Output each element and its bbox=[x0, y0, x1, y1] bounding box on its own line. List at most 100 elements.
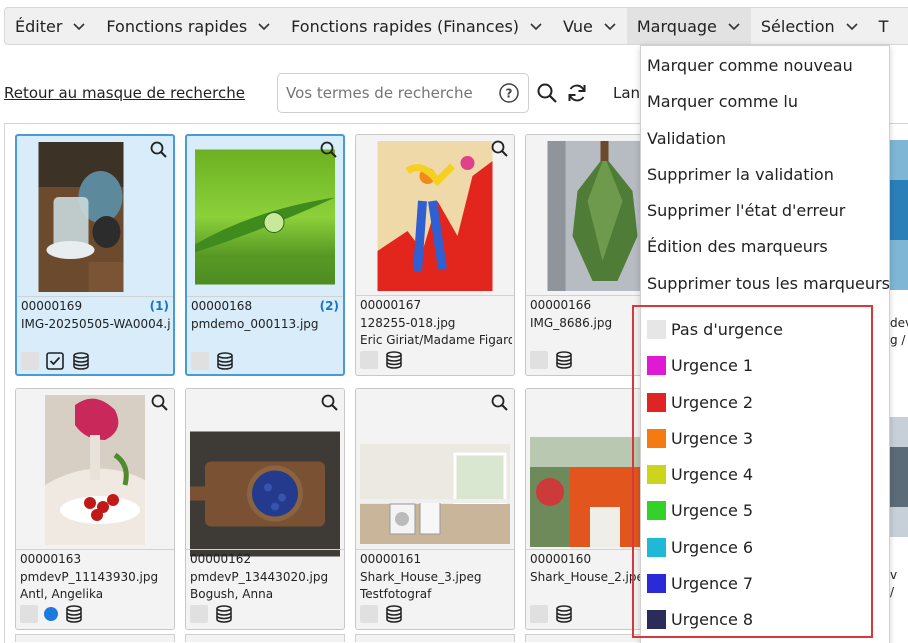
menu-marquage[interactable]: Marquage bbox=[626, 8, 751, 44]
menu-selection[interactable]: Sélection bbox=[751, 8, 869, 44]
database-icon bbox=[556, 605, 572, 623]
menu-vue-label: Vue bbox=[563, 16, 593, 36]
chevron-down-icon bbox=[258, 23, 270, 31]
menu-item-urgency-5[interactable]: Urgence 5 bbox=[647, 501, 753, 520]
zoom-icon[interactable] bbox=[490, 139, 510, 159]
urgency-marker[interactable] bbox=[530, 351, 548, 369]
menu-item-remove-error[interactable]: Supprimer l'état d'erreur bbox=[647, 201, 845, 220]
refresh-icon[interactable] bbox=[566, 82, 588, 104]
urgency-marker[interactable] bbox=[360, 351, 378, 369]
thumbnail-image bbox=[377, 141, 493, 291]
urgency-marker[interactable] bbox=[191, 352, 209, 370]
menu-item-edit-markers[interactable]: Édition des marqueurs bbox=[647, 237, 828, 256]
thumbnail-card[interactable] bbox=[15, 634, 175, 642]
color-swatch bbox=[647, 465, 666, 484]
menu-editer-label: Éditer bbox=[15, 16, 63, 36]
item-filename: dev bbox=[890, 316, 908, 330]
urgency-marker[interactable] bbox=[360, 605, 378, 623]
item-count: (1) bbox=[149, 299, 169, 313]
thumbnail-card[interactable]: 00000162 pmdevP_13443020.jpg Bogush, Ann… bbox=[185, 388, 345, 630]
menu-editer[interactable]: Éditer bbox=[5, 8, 96, 44]
thumbnail-card[interactable] bbox=[185, 634, 345, 642]
menu-item-urgency-1[interactable]: Urgence 1 bbox=[647, 356, 753, 375]
item-author: g / bbox=[890, 333, 906, 347]
color-swatch bbox=[647, 356, 666, 375]
item-author: Bogush, Anna bbox=[190, 587, 274, 601]
item-number: 00000169 bbox=[21, 299, 83, 313]
color-swatch bbox=[647, 610, 666, 629]
menu-item-urgency-2[interactable]: Urgence 2 bbox=[647, 393, 753, 412]
zoom-icon[interactable] bbox=[319, 140, 339, 160]
color-swatch bbox=[647, 393, 666, 412]
thumbnail-card[interactable] bbox=[355, 634, 515, 642]
zoom-icon[interactable] bbox=[150, 393, 170, 413]
urgency-marker[interactable] bbox=[20, 605, 38, 623]
urgency-label: Urgence 4 bbox=[671, 465, 754, 484]
menu-fonctions-rapides[interactable]: Fonctions rapides bbox=[96, 8, 281, 44]
urgency-marker[interactable] bbox=[530, 605, 548, 623]
search-input[interactable] bbox=[286, 84, 498, 102]
back-to-search-link[interactable]: Retour au masque de recherche bbox=[4, 84, 245, 102]
item-number: 00000161 bbox=[360, 552, 422, 566]
search-icon[interactable] bbox=[536, 82, 558, 104]
menu-item-urgency-3[interactable]: Urgence 3 bbox=[647, 429, 753, 448]
item-number: 00000162 bbox=[190, 552, 252, 566]
item-author: Eric Giriat/Madame Figaro/Picturetank bbox=[360, 333, 512, 347]
thumbnail-image bbox=[190, 431, 340, 557]
database-icon bbox=[73, 352, 89, 370]
thumbnail-image bbox=[195, 149, 335, 285]
urgency-label: Pas d'urgence bbox=[671, 320, 783, 339]
zoom-icon[interactable] bbox=[149, 140, 169, 160]
menu-t[interactable]: T bbox=[869, 8, 899, 44]
chevron-down-icon bbox=[846, 23, 858, 31]
item-filename: pmdemo_000113.jpg bbox=[191, 317, 319, 331]
item-filename: IMG-20250505-WA0004.jpg bbox=[21, 317, 171, 331]
thumbnail-card[interactable]: 00000169 (1) IMG-20250505-WA0004.jpg bbox=[15, 134, 175, 376]
zoom-icon[interactable] bbox=[320, 393, 340, 413]
menu-item-urgency-4[interactable]: Urgence 4 bbox=[647, 465, 753, 484]
menu-vue[interactable]: Vue bbox=[553, 8, 627, 44]
database-icon bbox=[217, 352, 233, 370]
thumbnail-card[interactable]: 00000168 (2) pmdemo_000113.jpg bbox=[185, 134, 345, 376]
item-filename: v bbox=[890, 568, 898, 582]
menu-item-urgency-6[interactable]: Urgence 6 bbox=[647, 538, 753, 557]
menu-item-remove-all-markers[interactable]: Supprimer tous les marqueurs bbox=[647, 274, 890, 293]
thumbnail-image bbox=[38, 142, 124, 292]
database-icon bbox=[386, 605, 402, 623]
menu-item-remove-validation[interactable]: Supprimer la validation bbox=[647, 165, 834, 184]
urgency-marker[interactable] bbox=[21, 352, 39, 370]
menu-selection-label: Sélection bbox=[760, 16, 835, 36]
item-author: Testfotograf bbox=[360, 587, 432, 601]
item-number: 00000163 bbox=[20, 552, 82, 566]
urgency-label: Urgence 8 bbox=[671, 610, 754, 629]
thumbnail-card[interactable]: 00000163 pmdevP_11143930.jpg Antl, Angel… bbox=[15, 388, 175, 630]
color-swatch bbox=[647, 538, 666, 557]
item-number: 00000166 bbox=[530, 298, 592, 312]
checkbox-checked-icon[interactable] bbox=[45, 351, 65, 371]
urgency-label: Urgence 6 bbox=[671, 538, 754, 557]
menu-item-validation[interactable]: Validation bbox=[647, 129, 726, 148]
menu-item-urgency-7[interactable]: Urgence 7 bbox=[647, 574, 753, 593]
thumbnail-image bbox=[360, 444, 510, 544]
menu-fonctions-rapides-label: Fonctions rapides bbox=[106, 16, 248, 36]
menu-item-mark-new[interactable]: Marquer comme nouveau bbox=[647, 56, 853, 75]
urgency-marker[interactable] bbox=[190, 605, 208, 623]
urgency-label: Urgence 7 bbox=[671, 574, 754, 593]
menu-item-urgency-8[interactable]: Urgence 8 bbox=[647, 610, 753, 629]
search-box: ? bbox=[277, 73, 529, 113]
language-label[interactable]: Lan bbox=[613, 84, 640, 102]
item-filename: 128255-018.jpg bbox=[360, 316, 456, 330]
thumbnail-card[interactable]: 00000167 128255-018.jpg Eric Giriat/Mada… bbox=[355, 134, 515, 376]
zoom-icon[interactable] bbox=[490, 393, 510, 413]
help-icon[interactable]: ? bbox=[498, 82, 520, 104]
urgency-label: Urgence 2 bbox=[671, 393, 754, 412]
menu-item-urgency-none[interactable]: Pas d'urgence bbox=[647, 320, 783, 339]
urgency-label: Urgence 3 bbox=[671, 429, 754, 448]
urgency-label: Urgence 5 bbox=[671, 501, 754, 520]
database-icon bbox=[216, 605, 232, 623]
chevron-down-icon bbox=[530, 23, 542, 31]
thumbnail-card[interactable]: 00000161 Shark_House_3.jpeg Testfotograf bbox=[355, 388, 515, 630]
menu-fonctions-finances[interactable]: Fonctions rapides (Finances) bbox=[281, 8, 553, 44]
menu-item-mark-read[interactable]: Marquer comme lu bbox=[647, 92, 798, 111]
item-filename: Shark_House_3.jpeg bbox=[360, 570, 482, 584]
